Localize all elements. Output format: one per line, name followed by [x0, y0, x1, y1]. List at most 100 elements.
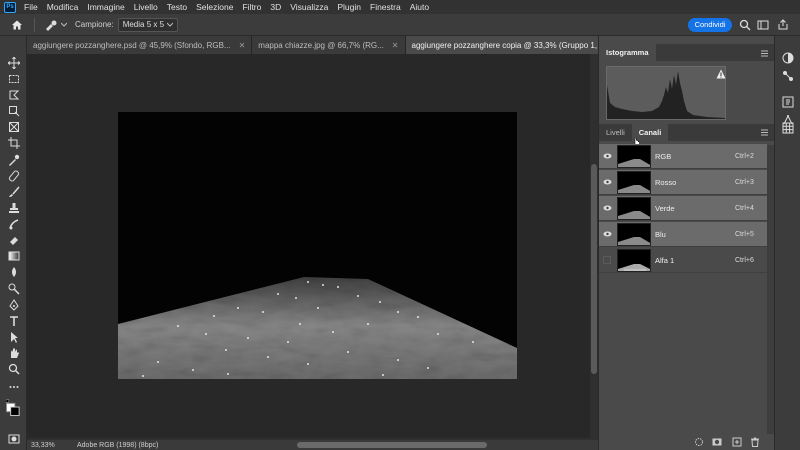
- tab-label: mappa chiazze.jpg @ 66,7% (RG...: [258, 40, 384, 50]
- empty-visibility-box: [603, 256, 611, 264]
- document-tabs: aggiungere pozzanghere.psd @ 45,9% (Sfon…: [27, 36, 654, 54]
- close-icon[interactable]: ✕: [239, 41, 246, 50]
- object-select-tool-icon[interactable]: [6, 104, 21, 117]
- scroll-thumb[interactable]: [591, 164, 597, 374]
- panel-menu-icon[interactable]: [761, 129, 768, 136]
- more-tools-icon[interactable]: [6, 380, 21, 393]
- swatches-icon[interactable]: [782, 122, 794, 134]
- tools-panel: [0, 36, 27, 450]
- tab-label: aggiungere pozzanghere.psd @ 45,9% (Sfon…: [33, 40, 231, 50]
- right-panels: Istogramma Livelli Canali RGB Ctrl+2 Ros…: [598, 36, 775, 450]
- eye-icon[interactable]: [599, 222, 615, 247]
- tab-layers[interactable]: Livelli: [599, 124, 632, 141]
- histogram-graph: [606, 66, 726, 120]
- eyedropper-tool-icon[interactable]: [6, 153, 21, 166]
- type-tool-icon[interactable]: [6, 314, 21, 327]
- search-icon[interactable]: [739, 19, 751, 31]
- histogram-panel-tabs: Istogramma: [599, 44, 775, 61]
- gradient-tool-icon[interactable]: [6, 249, 21, 262]
- panel-icon-strip: [774, 36, 800, 450]
- channel-name: Blu: [655, 229, 666, 239]
- tab-histogram[interactable]: Istogramma: [599, 44, 656, 61]
- channel-thumbnail: [617, 144, 651, 168]
- trash-icon[interactable]: [750, 437, 760, 447]
- eye-icon[interactable]: [599, 144, 615, 169]
- eraser-tool-icon[interactable]: [6, 233, 21, 246]
- menu-visualizza[interactable]: Visualizza: [290, 2, 328, 12]
- horizontal-scroll-thumb[interactable]: [297, 442, 487, 448]
- learn-icon[interactable]: [782, 96, 794, 108]
- marquee-tool-icon[interactable]: [6, 72, 21, 85]
- channel-row-rosso[interactable]: Rosso Ctrl+3: [599, 170, 767, 195]
- menu-3d[interactable]: 3D: [270, 2, 281, 12]
- channel-shortcut: Ctrl+2: [735, 152, 754, 160]
- eyedropper-icon: [46, 20, 57, 31]
- channel-row-blu[interactable]: Blu Ctrl+5: [599, 222, 767, 247]
- channel-name: Verde: [655, 203, 675, 213]
- zoom-tool-icon[interactable]: [6, 362, 21, 375]
- panel-menu-icon[interactable]: [761, 50, 768, 57]
- share-button[interactable]: Condividi: [688, 18, 732, 32]
- quick-mask-icon[interactable]: [6, 432, 21, 445]
- load-selection-icon[interactable]: [694, 437, 704, 447]
- menu-modifica[interactable]: Modifica: [47, 2, 79, 12]
- save-selection-icon[interactable]: [712, 437, 722, 447]
- channels-panel-footer: [599, 434, 775, 450]
- eye-icon[interactable]: [599, 170, 615, 195]
- channel-shortcut: Ctrl+3: [735, 178, 754, 186]
- menu-file[interactable]: File: [24, 2, 38, 12]
- lasso-tool-icon[interactable]: [6, 88, 21, 101]
- share-export-icon[interactable]: [777, 19, 789, 31]
- home-icon[interactable]: [8, 16, 26, 34]
- channel-row-verde[interactable]: Verde Ctrl+4: [599, 196, 767, 221]
- menu-aiuto[interactable]: Aiuto: [410, 2, 429, 12]
- menu-selezione[interactable]: Selezione: [196, 2, 233, 12]
- eye-icon[interactable]: [599, 196, 615, 221]
- menu-livello[interactable]: Livello: [134, 2, 158, 12]
- path-selection-tool-icon[interactable]: [6, 330, 21, 343]
- color-swatches[interactable]: [6, 398, 21, 418]
- channel-name: RGB: [655, 151, 672, 161]
- menu-immagine[interactable]: Immagine: [87, 2, 124, 12]
- tool-preset-picker[interactable]: [43, 19, 67, 31]
- visibility-toggle[interactable]: [599, 248, 615, 273]
- tab-mappa-chiazze[interactable]: mappa chiazze.jpg @ 66,7% (RG... ✕: [252, 36, 406, 54]
- frame-tool-icon[interactable]: [6, 120, 21, 133]
- brush-tool-icon[interactable]: [6, 185, 21, 198]
- color-panel-icon[interactable]: [782, 52, 794, 64]
- canvas-workspace[interactable]: [27, 54, 598, 438]
- sample-size-value: Media 5 x 5: [122, 20, 165, 29]
- chevron-down-icon: [166, 22, 173, 27]
- channel-row-rgb[interactable]: RGB Ctrl+2: [599, 144, 767, 169]
- pen-tool-icon[interactable]: [6, 298, 21, 311]
- channel-thumbnail: [617, 222, 651, 246]
- dodge-tool-icon[interactable]: [6, 282, 21, 295]
- warning-icon[interactable]: [716, 69, 726, 79]
- crop-tool-icon[interactable]: [6, 136, 21, 149]
- adjustments-icon[interactable]: [782, 70, 794, 82]
- menu-filtro[interactable]: Filtro: [242, 2, 261, 12]
- menu-testo[interactable]: Testo: [167, 2, 187, 12]
- move-tool-icon[interactable]: [6, 56, 21, 69]
- clone-stamp-tool-icon[interactable]: [6, 201, 21, 214]
- workspace-icon[interactable]: [757, 19, 769, 31]
- history-brush-tool-icon[interactable]: [6, 217, 21, 230]
- menu-finestra[interactable]: Finestra: [370, 2, 401, 12]
- vertical-scrollbar[interactable]: [590, 54, 598, 438]
- blur-tool-icon[interactable]: [6, 265, 21, 278]
- document-canvas[interactable]: [118, 112, 517, 379]
- options-bar: Campione: Media 5 x 5 Condividi: [0, 14, 800, 36]
- sample-size-select[interactable]: Media 5 x 5: [117, 17, 178, 32]
- channel-row-alfa-1[interactable]: Alfa 1 Ctrl+6: [599, 248, 767, 273]
- channel-shortcut: Ctrl+4: [735, 204, 754, 212]
- zoom-level[interactable]: 33,33%: [31, 442, 71, 449]
- chevron-down-icon: [61, 22, 67, 27]
- healing-brush-tool-icon[interactable]: [6, 169, 21, 182]
- new-channel-icon[interactable]: [732, 437, 742, 447]
- channel-name: Rosso: [655, 177, 677, 187]
- close-icon[interactable]: ✕: [392, 41, 399, 50]
- hand-tool-icon[interactable]: [6, 346, 21, 359]
- menu-plugin[interactable]: Plugin: [337, 2, 361, 12]
- tab-aggiungere-pozzanghere[interactable]: aggiungere pozzanghere.psd @ 45,9% (Sfon…: [27, 36, 253, 54]
- channel-shortcut: Ctrl+5: [735, 230, 754, 238]
